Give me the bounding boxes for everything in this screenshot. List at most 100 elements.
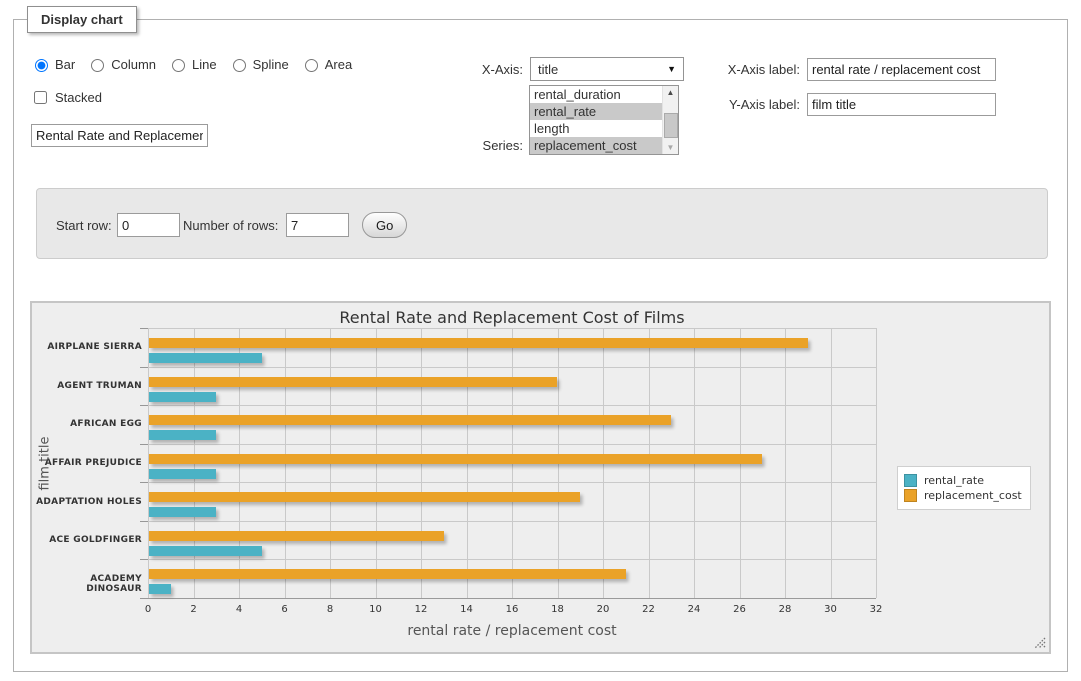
- grid-line-vertical: [831, 328, 832, 598]
- radio-line[interactable]: [172, 59, 185, 72]
- x-axis-label-input[interactable]: [807, 58, 996, 81]
- legend-entry-replacement_cost: replacement_cost: [904, 489, 1022, 502]
- x-tick-label: 32: [861, 604, 891, 615]
- x-tick-label: 26: [725, 604, 755, 615]
- grid-line-horizontal: [148, 559, 876, 560]
- resize-handle-icon[interactable]: [1034, 637, 1046, 649]
- chart-type-label: Bar: [55, 57, 75, 72]
- scroll-thumb[interactable]: [664, 113, 678, 138]
- bar-replacement_cost: [149, 377, 557, 387]
- series-option-rental_rate[interactable]: rental_rate: [530, 103, 663, 120]
- series-option-length[interactable]: length: [530, 120, 663, 137]
- dropdown-arrow-icon: ▼: [667, 64, 676, 74]
- bar-rental_rate: [149, 392, 216, 402]
- grid-line-horizontal: [148, 444, 876, 445]
- number-of-rows-label: Number of rows:: [183, 218, 278, 233]
- start-row-label: Start row:: [56, 218, 112, 233]
- legend-swatch: [904, 474, 917, 487]
- x-tick-label: 2: [179, 604, 209, 615]
- series-option-replacement_cost[interactable]: replacement_cost: [530, 137, 663, 154]
- x-tick-label: 18: [543, 604, 573, 615]
- bar-rental_rate: [149, 353, 262, 363]
- x-axis-label-field-label: X-Axis label:: [700, 62, 800, 77]
- chart-title-input[interactable]: [31, 124, 208, 147]
- chart-type-label: Column: [111, 57, 156, 72]
- bar-replacement_cost: [149, 569, 626, 579]
- radio-area[interactable]: [305, 59, 318, 72]
- x-tick-label: 8: [315, 604, 345, 615]
- x-tick-label: 14: [452, 604, 482, 615]
- radio-bar[interactable]: [35, 59, 48, 72]
- chart-container: Rental Rate and Replacement Cost of Film…: [30, 301, 1051, 654]
- bar-replacement_cost: [149, 415, 671, 425]
- grid-line-horizontal: [148, 482, 876, 483]
- y-axis-label-field-label: Y-Axis label:: [700, 97, 800, 112]
- chart-title: Rental Rate and Replacement Cost of Film…: [148, 308, 876, 327]
- x-tick-label: 20: [588, 604, 618, 615]
- legend-label: replacement_cost: [924, 489, 1022, 502]
- y-tick-mark: [140, 559, 148, 560]
- x-tick-label: 10: [361, 604, 391, 615]
- x-tick-label: 24: [679, 604, 709, 615]
- bar-rental_rate: [149, 546, 262, 556]
- number-of-rows-input[interactable]: [286, 213, 349, 237]
- x-tick-label: 22: [634, 604, 664, 615]
- y-tick-mark: [140, 444, 148, 445]
- chart-type-option-spline[interactable]: Spline: [228, 56, 289, 72]
- start-row-input[interactable]: [117, 213, 180, 237]
- series-option-rental_duration[interactable]: rental_duration: [530, 86, 663, 103]
- bar-replacement_cost: [149, 492, 580, 502]
- bar-rental_rate: [149, 584, 171, 594]
- grid-line-horizontal: [148, 521, 876, 522]
- x-tick-label: 30: [816, 604, 846, 615]
- scroll-down-icon[interactable]: ▼: [663, 141, 678, 154]
- x-tick-label: 28: [770, 604, 800, 615]
- chart-type-option-column[interactable]: Column: [86, 56, 156, 72]
- chart-type-option-line[interactable]: Line: [167, 56, 217, 72]
- chart-type-label: Spline: [253, 57, 289, 72]
- y-axis-title: film title: [36, 328, 54, 598]
- legend-label: rental_rate: [924, 474, 984, 487]
- y-tick-mark: [140, 367, 148, 368]
- x-axis-line: [148, 598, 876, 599]
- stacked-row: Stacked: [30, 88, 102, 107]
- legend-entry-rental_rate: rental_rate: [904, 474, 1022, 487]
- x-axis-title: rental rate / replacement cost: [148, 623, 876, 639]
- chart-legend: rental_rate replacement_cost: [897, 466, 1031, 510]
- grid-line-horizontal: [148, 405, 876, 406]
- grid-line-horizontal: [148, 328, 876, 329]
- stacked-label: Stacked: [55, 90, 102, 105]
- chart-type-radio-group: Bar Column Line Spline Area: [30, 56, 352, 72]
- y-axis-label-input[interactable]: [807, 93, 996, 116]
- radio-column[interactable]: [91, 59, 104, 72]
- x-axis-field-label: X-Axis:: [423, 62, 523, 77]
- series-field-label: Series:: [423, 138, 523, 153]
- x-axis-select[interactable]: title ▼: [530, 57, 684, 81]
- bar-rental_rate: [149, 507, 216, 517]
- x-tick-label: 16: [497, 604, 527, 615]
- display-chart-legend: Display chart: [27, 6, 137, 33]
- grid-line-horizontal: [148, 367, 876, 368]
- chart-type-label: Area: [325, 57, 352, 72]
- stacked-checkbox[interactable]: [34, 91, 47, 104]
- x-tick-label: 0: [133, 604, 163, 615]
- legend-swatch: [904, 489, 917, 502]
- series-options: rental_durationrental_ratelengthreplacem…: [530, 86, 678, 154]
- grid-line-vertical: [785, 328, 786, 598]
- series-listbox[interactable]: rental_durationrental_ratelengthreplacem…: [529, 85, 679, 155]
- y-tick-mark: [140, 482, 148, 483]
- chart-type-option-bar[interactable]: Bar: [30, 56, 75, 72]
- go-button[interactable]: Go: [362, 212, 407, 238]
- bar-replacement_cost: [149, 338, 808, 348]
- chart-type-option-area[interactable]: Area: [300, 56, 352, 72]
- series-scrollbar[interactable]: ▲ ▼: [662, 86, 678, 154]
- scroll-up-icon[interactable]: ▲: [663, 86, 678, 99]
- y-tick-mark: [140, 405, 148, 406]
- bar-replacement_cost: [149, 454, 762, 464]
- y-tick-mark: [140, 521, 148, 522]
- x-tick-label: 12: [406, 604, 436, 615]
- y-tick-mark: [140, 598, 148, 599]
- grid-line-vertical: [876, 328, 877, 598]
- chart-type-label: Line: [192, 57, 217, 72]
- radio-spline[interactable]: [233, 59, 246, 72]
